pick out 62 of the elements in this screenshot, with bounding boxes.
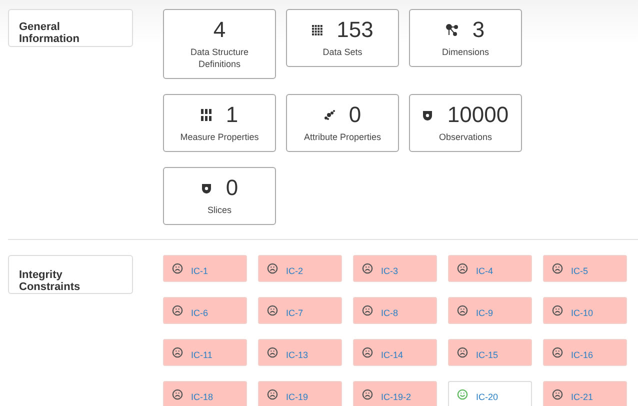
frown-icon [552, 305, 563, 316]
stat-label: Slices [206, 204, 232, 216]
scatter-icon [324, 110, 335, 120]
constraint-link[interactable]: IC-9 [476, 308, 494, 318]
shield-icon [200, 182, 212, 194]
stat-label: Dimensions [440, 46, 490, 58]
constraint-link[interactable]: IC-19-2 [381, 392, 412, 402]
constraint-link[interactable]: IC-18 [191, 392, 214, 402]
constraint-link[interactable]: IC-11 [191, 350, 212, 360]
stat-value: 0 [348, 102, 362, 128]
shield-icon [422, 110, 434, 120]
constraint-link[interactable]: IC-1 [191, 266, 208, 276]
constraint-link[interactable]: IC-7 [286, 308, 304, 318]
constraint-link[interactable]: IC-6 [191, 308, 208, 318]
constraint-link[interactable]: IC-5 [571, 266, 588, 276]
grid-icon [312, 24, 323, 36]
constraint-link[interactable]: IC-16 [571, 350, 594, 360]
frown-icon [457, 347, 468, 358]
frown-icon [362, 263, 373, 274]
frown-icon [172, 263, 183, 274]
frown-icon [457, 263, 468, 274]
smile-icon [457, 389, 468, 400]
frown-icon [362, 305, 373, 316]
stat-value: 0 [226, 175, 238, 201]
stat-value: 1 [226, 102, 238, 128]
frown-icon [362, 389, 373, 400]
stat-label: Data Sets [322, 46, 364, 58]
constraint-link[interactable]: IC-3 [381, 266, 398, 276]
constraint-link[interactable]: IC-14 [381, 350, 404, 360]
constraint-link[interactable]: IC-19 [286, 392, 308, 402]
constraint-link[interactable]: IC-4 [476, 266, 494, 276]
frown-icon [457, 305, 468, 316]
frown-icon [267, 263, 278, 274]
stat-value: 153 [336, 17, 374, 43]
frown-icon [362, 347, 373, 358]
frown-icon [172, 347, 183, 358]
section-title: Integrity Constraints [8, 255, 133, 294]
frown-icon [172, 305, 183, 316]
stat-label: Observations [438, 131, 494, 143]
constraint-link[interactable]: IC-13 [286, 350, 308, 360]
frown-icon [267, 305, 278, 316]
stat-label: Data Structure Definitions [189, 46, 250, 70]
network-icon [446, 24, 458, 36]
frown-icon [552, 389, 563, 400]
numbers-icon [200, 109, 212, 121]
frown-icon [552, 347, 563, 358]
stat-value: 4 [213, 17, 226, 43]
stat-value: 10000 [447, 102, 509, 128]
frown-icon [267, 347, 278, 358]
constraint-link[interactable]: IC-15 [476, 350, 498, 360]
stat-label: Attribute Properties [302, 131, 382, 143]
frown-icon [267, 389, 278, 400]
stat-value: 3 [472, 17, 485, 43]
section-title: General Information [8, 9, 133, 47]
constraint-link[interactable]: IC-8 [381, 308, 398, 318]
constraint-link[interactable]: IC-20 [476, 392, 498, 402]
constraint-link[interactable]: IC-2 [286, 266, 304, 276]
frown-icon [172, 389, 183, 400]
constraint-link[interactable]: IC-21 [571, 392, 594, 402]
stat-label: Measure Properties [180, 131, 260, 143]
constraint-link[interactable]: IC-10 [571, 308, 594, 318]
frown-icon [552, 263, 563, 274]
